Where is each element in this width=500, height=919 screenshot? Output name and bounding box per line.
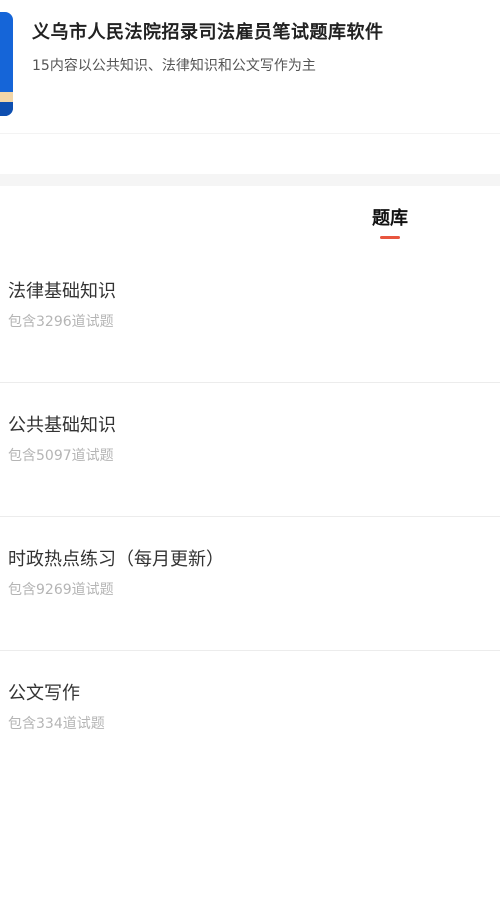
tab-question-bank[interactable]: 题库: [369, 204, 411, 239]
tab-bar: 题库: [0, 186, 500, 246]
list-item-title: 公共基础知识: [8, 415, 116, 436]
list-item-official-writing[interactable]: 公文写作 包含334道试题: [0, 651, 500, 784]
list-item-title: 法律基础知识: [8, 281, 116, 302]
app-subtitle: 15内容以公共知识、法律知识和公文写作为主: [32, 58, 316, 74]
tab-label: 题库: [372, 208, 408, 229]
list-item-current-affairs[interactable]: 时政热点练习（每月更新） 包含9269道试题: [0, 517, 500, 651]
app-header: 义乌市人民法院招录司法雇员笔试题库软件 15内容以公共知识、法律知识和公文写作为…: [0, 0, 500, 134]
list-item-title: 公文写作: [8, 683, 80, 704]
thumbnail-stripe: [0, 92, 13, 102]
app-thumbnail[interactable]: [0, 12, 13, 116]
list-item-legal-basics[interactable]: 法律基础知识 包含3296道试题: [0, 249, 500, 383]
thumbnail-base: [0, 102, 13, 116]
list-item-title: 时政热点练习（每月更新）: [8, 549, 224, 570]
list-item-count: 包含9269道试题: [8, 582, 114, 598]
question-bank-list: 法律基础知识 包含3296道试题 公共基础知识 包含5097道试题 时政热点练习…: [0, 249, 500, 784]
section-divider: [0, 174, 500, 186]
list-item-count: 包含334道试题: [8, 716, 105, 732]
list-item-public-basics[interactable]: 公共基础知识 包含5097道试题: [0, 383, 500, 517]
app-title: 义乌市人民法院招录司法雇员笔试题库软件: [32, 22, 384, 43]
page: 义乌市人民法院招录司法雇员笔试题库软件 15内容以公共知识、法律知识和公文写作为…: [0, 0, 500, 919]
list-item-count: 包含5097道试题: [8, 448, 114, 464]
active-tab-indicator: [380, 236, 400, 239]
list-item-count: 包含3296道试题: [8, 314, 114, 330]
